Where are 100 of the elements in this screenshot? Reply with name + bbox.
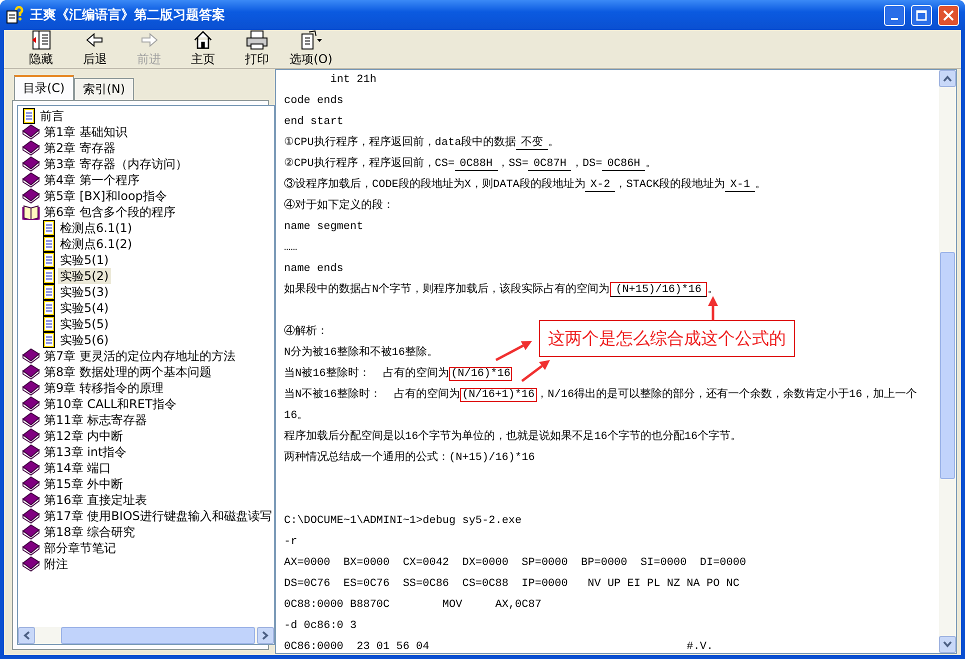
tree-item[interactable]: 实验5(1) [58,252,111,268]
tree-item[interactable]: 实验5(6) [58,332,111,348]
page-icon [42,236,56,252]
tree-item[interactable]: 实验5(2) [58,268,111,284]
tree-item[interactable]: 附注 [42,556,70,572]
text-line: 当N被16整除时： 占有的空间为 (N/16)*16 [284,366,512,383]
left-chevron-icon [23,631,30,640]
scroll-down-button[interactable] [939,636,956,653]
tab[interactable]: 索引(N) [74,78,134,100]
text-line: 0C88:0000 B8870C MOV AX,0C87 [284,598,542,613]
tree-item[interactable]: 第13章 int指令 [42,444,129,460]
tree-item[interactable]: 第12章 内中断 [42,428,126,444]
tree-item[interactable]: 前言 [38,108,66,124]
book-icon [22,412,40,428]
text-line: end start [284,115,344,130]
tree-item[interactable]: 第15章 外中断 [42,476,126,492]
arrow [495,341,532,362]
tree-item[interactable]: 第3章 寄存器（内存访问） [42,156,190,172]
text-line: 0C86:0000 23 01 56 04 #.V. [284,640,714,653]
text-line: name ends [284,262,344,277]
scroll-up-button[interactable] [939,70,956,87]
toolbar-button[interactable]: 隐藏 [14,30,68,68]
page-icon [42,268,56,284]
tree-item[interactable]: 实验5(3) [58,284,111,300]
book-icon [22,172,40,188]
book-icon [22,524,40,540]
tree-item[interactable]: 检测点6.1(2) [58,236,134,252]
maximize-icon [916,10,927,20]
tree-item[interactable]: 检测点6.1(1) [58,220,134,236]
help-document-icon [6,6,24,24]
page-icon [42,316,56,332]
tree-item[interactable]: 第18章 综合研究 [42,524,138,540]
open-book-icon [22,204,40,220]
tree-item[interactable]: 实验5(5) [58,316,111,332]
tree-item[interactable]: 实验5(4) [58,300,111,316]
tree-item[interactable]: 第10章 CALL和RET指令 [42,396,178,412]
text-line: 程序加载后分配空间是以16个字节为单位的，也就是说如果不足16个字节的也分配16个字节。 [284,428,742,445]
tree-item[interactable]: 部分章节笔记 [42,540,118,556]
maximize-button[interactable] [911,4,932,26]
text-line: …… [284,241,298,256]
window-title: 王爽《汇编语言》第二版习题答案 [30,6,226,24]
scroll-right-button[interactable] [256,627,274,644]
book-icon [22,444,40,460]
minimize-icon [891,18,898,20]
book-icon [22,460,40,476]
text-line: -d 0c86:0 3 [284,619,357,634]
tree-item[interactable]: 第17章 使用BIOS进行键盘输入和磁盘读写 [42,508,274,524]
toolbar-button[interactable]: 打印 [230,30,284,68]
page-icon [42,220,56,236]
page-icon [42,284,56,300]
text-line: 两种情况总结成一个通用的公式：(N+15)/16)*16 [284,450,535,466]
up-chevron-icon [943,75,952,82]
text-line: C:\DOCUME~1\ADMINI~1>debug sy5-2.exe [284,514,522,529]
minimize-button[interactable] [884,4,905,26]
arrow [708,296,718,320]
tree-item[interactable]: 第7章 更灵活的定位内存地址的方法 [42,348,238,364]
text-line: ①CPU执行程序，程序返回前，data段中的数据 不变 。 [284,134,560,152]
tree-item[interactable]: 第1章 基础知识 [42,124,130,140]
book-icon [22,156,40,172]
down-chevron-icon [943,641,952,648]
text-line: DS=0C76 ES=0C76 SS=0C86 CS=0C88 IP=0000 NV UP EI PL NZ NA PO NC [284,577,740,592]
tree-item[interactable]: 第9章 转移指令的原理 [42,380,166,396]
text-line: int 21h [329,73,376,88]
tree-item[interactable]: 第6章 包含多个段的程序 [42,204,178,220]
text-line: ③设程序加载后，CODE段的段地址为X，则DATA段的段地址为 X-2 ，STACK段的段地址为 X-1 。 [284,176,766,194]
scroll-left-button[interactable] [18,627,35,644]
page-icon [42,332,56,348]
annotation-callout: 这两个是怎么综合成这个公式的 [539,320,795,357]
book-icon [22,380,40,396]
toolbar-button[interactable]: 选项(O) [284,30,338,68]
toolbar-button[interactable]: 主页 [176,30,230,68]
tree-item[interactable]: 第2章 寄存器 [42,140,118,156]
tab[interactable]: 目录(C) [14,75,74,100]
text-line: ④对于如下定义的段： [284,198,394,214]
tree-item[interactable]: 第11章 标志寄存器 [42,412,150,428]
text-line: AX=0000 BX=0000 CX=0042 DX=0000 SP=0000 BP=0000 SI=0000 DI=0000 [284,556,746,571]
home-icon [192,30,214,50]
right-chevron-icon [262,631,269,640]
book-icon [22,364,40,380]
close-button[interactable] [938,4,959,26]
book-icon [22,476,40,492]
text-line: ②CPU执行程序，程序返回前，CS= 0C88H ，SS= 0C87H ，DS= 0C86H 。 [284,156,656,173]
book-icon [22,348,40,364]
book-icon [22,556,40,572]
text-line: code ends [284,94,344,109]
tree-item[interactable]: 第16章 直接定址表 [42,492,150,508]
arrow [521,360,550,382]
tree-item[interactable]: 第14章 端口 [42,460,114,476]
book-icon [22,188,40,204]
hide-pane-icon [30,30,52,50]
book-icon [22,540,40,556]
tree-item[interactable]: 第5章 [BX]和loop指令 [42,188,169,204]
tree-item[interactable]: 第8章 数据处理的两个基本问题 [42,364,214,380]
toolbar-button[interactable]: 后退 [68,30,122,68]
book-icon [22,124,40,140]
book-icon [22,428,40,444]
scrollbar-thumb[interactable] [61,627,255,644]
book-icon [22,508,40,524]
tree-item[interactable]: 第4章 第一个程序 [42,172,142,188]
scrollbar-thumb[interactable] [940,252,955,479]
